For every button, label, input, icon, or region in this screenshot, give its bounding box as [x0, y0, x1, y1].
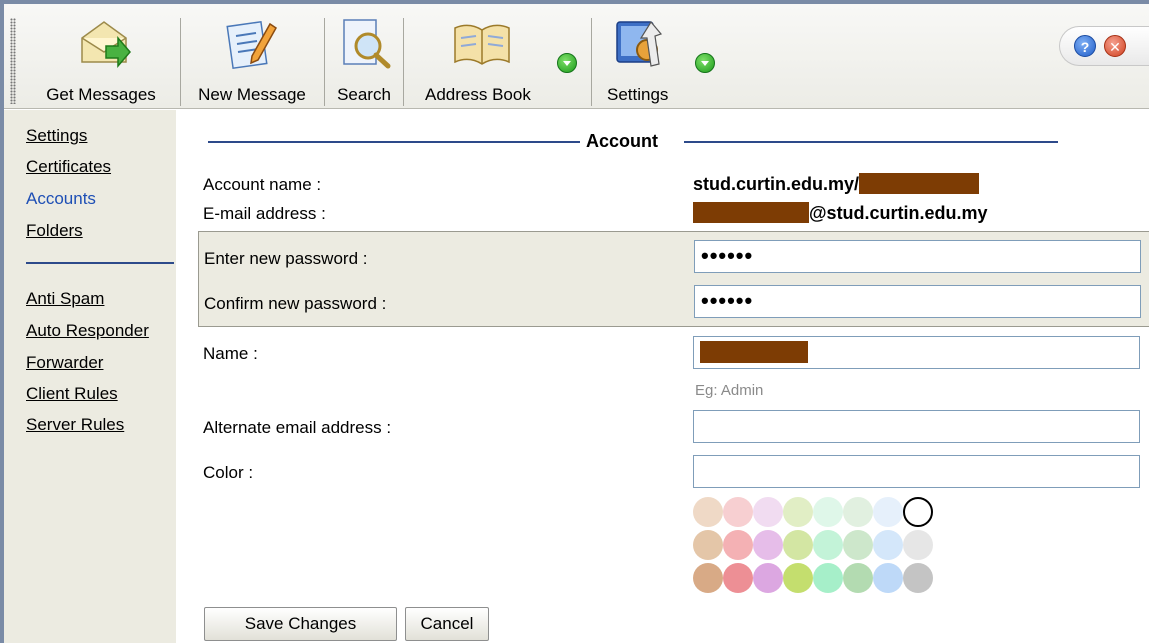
- sidebar-item-accounts[interactable]: Accounts: [26, 189, 96, 209]
- sidebar-item-client-rules[interactable]: Client Rules: [26, 384, 118, 404]
- help-icon[interactable]: ?: [1074, 35, 1096, 57]
- color-swatch[interactable]: [723, 497, 753, 527]
- new-password-label: Enter new password :: [204, 249, 368, 268]
- color-swatch[interactable]: [753, 563, 783, 593]
- color-swatch[interactable]: [843, 497, 873, 527]
- address-book-icon: [454, 24, 510, 65]
- window-controls: ? ✕: [1059, 26, 1149, 66]
- sidebar-item-forwarder[interactable]: Forwarder: [26, 353, 103, 373]
- color-swatch[interactable]: [843, 530, 873, 560]
- color-swatch[interactable]: [813, 530, 843, 560]
- confirm-password-label: Confirm new password :: [204, 294, 387, 313]
- redaction-block: [859, 173, 980, 194]
- color-swatch[interactable]: [813, 497, 843, 527]
- name-hint: Eg: Admin: [695, 382, 764, 399]
- toolbar-separator: [403, 18, 404, 106]
- color-swatch[interactable]: [783, 497, 813, 527]
- color-swatch[interactable]: [843, 563, 873, 593]
- color-swatch[interactable]: [753, 497, 783, 527]
- address-book-button[interactable]: Address Book: [407, 4, 587, 109]
- color-swatch[interactable]: [903, 563, 933, 593]
- color-swatch[interactable]: [783, 563, 813, 593]
- sidebar-item-server-rules[interactable]: Server Rules: [26, 415, 124, 435]
- toolbar-separator: [591, 18, 592, 106]
- toolbar-separator: [180, 18, 181, 106]
- color-swatch[interactable]: [723, 563, 753, 593]
- get-messages-icon: [81, 21, 131, 69]
- color-swatch[interactable]: [783, 530, 813, 560]
- new-message-label: New Message: [198, 85, 306, 104]
- color-swatch[interactable]: [873, 563, 903, 593]
- email-value: @stud.curtin.edu.my: [693, 202, 988, 224]
- sidebar-item-folders[interactable]: Folders: [26, 221, 83, 241]
- color-swatch[interactable]: [723, 530, 753, 560]
- color-swatch[interactable]: [693, 497, 723, 527]
- alternate-email-field[interactable]: [693, 410, 1140, 443]
- get-messages-button[interactable]: Get Messages: [26, 4, 176, 109]
- settings-button[interactable]: Settings: [595, 4, 721, 109]
- redaction-block: [700, 341, 808, 363]
- name-field[interactable]: [693, 336, 1140, 369]
- color-swatch[interactable]: [693, 530, 723, 560]
- close-icon[interactable]: ✕: [1104, 35, 1126, 57]
- color-swatch[interactable]: [903, 497, 933, 527]
- color-swatch[interactable]: [693, 563, 723, 593]
- account-name-value: stud.curtin.edu.my/: [693, 173, 980, 195]
- confirm-password-field[interactable]: ••••••: [694, 285, 1141, 318]
- name-label: Name :: [203, 344, 258, 363]
- new-password-field[interactable]: ••••••: [694, 240, 1141, 273]
- color-label: Color :: [203, 463, 254, 482]
- save-changes-button[interactable]: Save Changes: [204, 607, 397, 641]
- section-title: Account: [586, 131, 658, 151]
- color-field[interactable]: [693, 455, 1140, 488]
- toolbar-grip[interactable]: [10, 18, 16, 104]
- email-label: E-mail address :: [203, 204, 326, 223]
- address-book-label: Address Book: [425, 85, 531, 104]
- settings-dropdown-icon[interactable]: [695, 53, 715, 73]
- settings-sidebar: Settings Certificates Accounts Folders A…: [4, 110, 176, 643]
- alternate-email-label: Alternate email address :: [203, 418, 392, 437]
- password-group: Enter new password : •••••• Confirm new …: [198, 231, 1149, 327]
- color-swatch[interactable]: [903, 530, 933, 560]
- section-rule-right: [684, 141, 1058, 143]
- new-message-icon: [226, 20, 277, 70]
- new-message-button[interactable]: New Message: [184, 4, 320, 109]
- toolbar: Get Messages New Message Search Address …: [4, 4, 1149, 109]
- redaction-block: [693, 202, 809, 223]
- section-rule-left: [208, 141, 580, 143]
- search-icon: [343, 19, 391, 69]
- search-button[interactable]: Search: [328, 4, 400, 109]
- sidebar-divider: [26, 262, 174, 264]
- settings-icon: [616, 20, 663, 67]
- settings-label: Settings: [607, 85, 669, 104]
- toolbar-separator: [324, 18, 325, 106]
- color-swatch[interactable]: [753, 530, 783, 560]
- sidebar-item-anti-spam[interactable]: Anti Spam: [26, 289, 104, 309]
- color-swatch[interactable]: [813, 563, 843, 593]
- account-name-label: Account name :: [203, 175, 322, 194]
- sidebar-item-settings[interactable]: Settings: [26, 126, 87, 146]
- cancel-button[interactable]: Cancel: [405, 607, 489, 641]
- sidebar-item-certificates[interactable]: Certificates: [26, 157, 111, 177]
- address-book-dropdown-icon[interactable]: [557, 53, 577, 73]
- color-swatch[interactable]: [873, 497, 903, 527]
- color-swatch[interactable]: [873, 530, 903, 560]
- sidebar-item-auto-responder[interactable]: Auto Responder: [26, 321, 149, 341]
- get-messages-label: Get Messages: [46, 85, 156, 104]
- account-settings-panel: Account Account name : stud.curtin.edu.m…: [176, 110, 1149, 643]
- search-label: Search: [337, 85, 391, 104]
